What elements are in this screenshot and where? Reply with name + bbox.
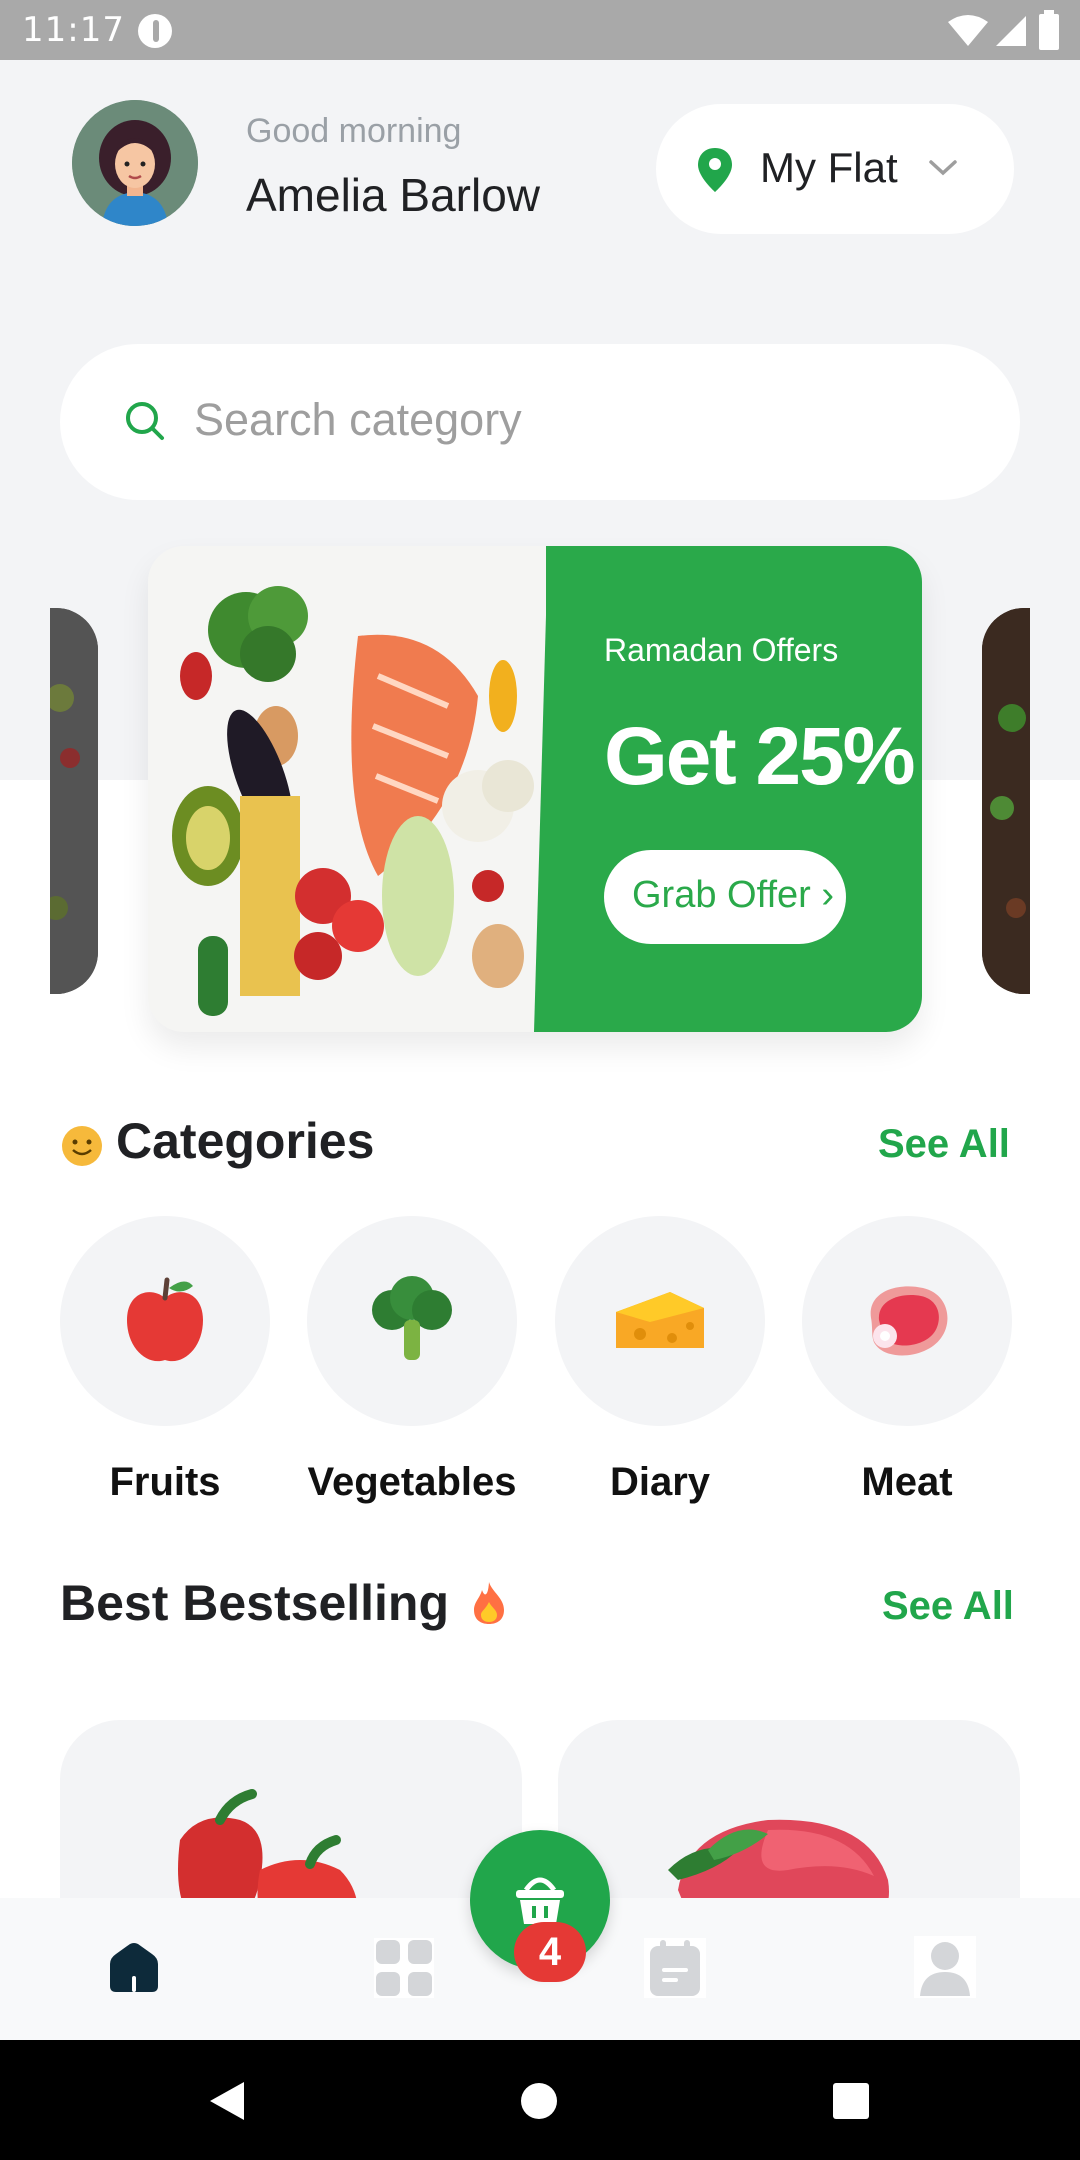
category-label: Fruits bbox=[109, 1460, 221, 1504]
user-avatar-icon bbox=[72, 100, 198, 226]
cheese-icon bbox=[616, 1292, 704, 1348]
chevron-down-icon bbox=[929, 160, 957, 176]
search-placeholder: Search category bbox=[194, 394, 522, 445]
grab-offer-label: Grab Offer › bbox=[632, 874, 835, 916]
category-diary-button[interactable] bbox=[555, 1216, 765, 1426]
category-label: Diary bbox=[609, 1460, 711, 1504]
home-icon[interactable] bbox=[106, 1942, 162, 1994]
status-time: 11:17 bbox=[22, 10, 125, 50]
system-navigation-bar bbox=[0, 2040, 1080, 2160]
broccoli-icon bbox=[372, 1276, 452, 1360]
location-pin-icon bbox=[698, 148, 732, 192]
category-fruits-button[interactable] bbox=[60, 1216, 270, 1426]
bestselling-see-all-link[interactable]: See All bbox=[882, 1584, 1014, 1629]
category-label: Meat bbox=[861, 1460, 953, 1504]
battery-icon bbox=[1039, 10, 1059, 50]
notification-icon bbox=[138, 14, 172, 48]
grid-icon[interactable] bbox=[374, 1938, 434, 1998]
search-icon bbox=[126, 402, 164, 440]
banner-title: Get 25% bbox=[604, 711, 916, 802]
category-label: Vegetables bbox=[307, 1460, 517, 1504]
smile-emoji-icon bbox=[60, 1124, 104, 1173]
cart-icon bbox=[516, 1877, 564, 1924]
bestselling-title: Best Bestselling bbox=[60, 1575, 450, 1631]
previous-banner-image bbox=[50, 608, 98, 994]
signal-icon bbox=[996, 16, 1026, 46]
cart-count-badge: 4 bbox=[514, 1922, 586, 1982]
groceries-image bbox=[148, 546, 558, 1032]
carousel-prev-slide[interactable] bbox=[50, 608, 98, 994]
location-label: My Flat bbox=[760, 144, 898, 191]
orders-icon[interactable] bbox=[644, 1938, 706, 1998]
category-meat-button[interactable] bbox=[802, 1216, 1012, 1426]
recents-icon[interactable] bbox=[832, 2082, 870, 2120]
profile-icon[interactable] bbox=[914, 1936, 976, 1998]
wifi-icon bbox=[948, 15, 988, 46]
fire-icon bbox=[474, 1582, 504, 1624]
categories-see-all-link[interactable]: See All bbox=[878, 1122, 1010, 1167]
category-vegetables-button[interactable] bbox=[307, 1216, 517, 1426]
next-banner-image bbox=[982, 608, 1030, 994]
back-icon[interactable] bbox=[206, 2080, 246, 2122]
apple-icon bbox=[127, 1277, 203, 1362]
home-button-icon[interactable] bbox=[520, 2082, 558, 2120]
categories-title: Categories bbox=[116, 1113, 375, 1169]
carousel-next-slide[interactable] bbox=[982, 608, 1030, 994]
status-bar: 11:17 bbox=[0, 0, 1080, 60]
banner-tag: Ramadan Offers bbox=[604, 632, 839, 668]
greeting-text: Good morning bbox=[246, 112, 462, 150]
meat-icon bbox=[870, 1286, 948, 1356]
user-name: Amelia Barlow bbox=[246, 169, 540, 221]
avatar[interactable] bbox=[72, 100, 198, 226]
